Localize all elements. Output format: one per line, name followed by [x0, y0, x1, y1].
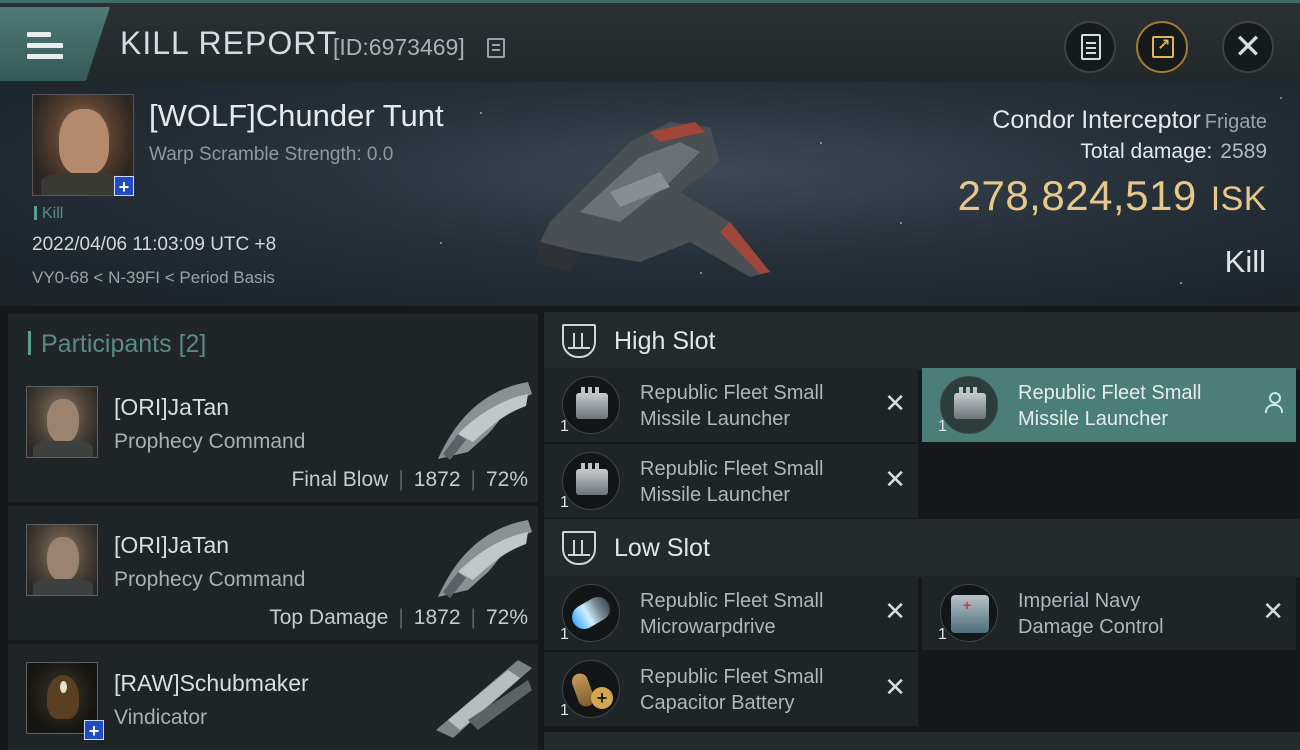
clipboard-button[interactable] — [1064, 21, 1116, 73]
kill-location[interactable]: VY0-68 < N-39FI < Period Basis — [32, 268, 275, 288]
module-item[interactable]: 1 Republic Fleet Small Microwarpdrive ✕ — [544, 576, 918, 650]
participant-damage: 1872 — [413, 606, 461, 629]
module-item[interactable]: 1 Republic Fleet Small Missile Launcher ✕ — [544, 444, 918, 518]
participant-role: Top Damage — [269, 606, 389, 629]
module-name: Republic Fleet Small Missile Launcher — [1018, 382, 1202, 430]
module-item[interactable]: 1 Imperial NavyDamage Control ✕ — [922, 576, 1296, 650]
participant-stats: Final Blow | 1872 | 72% — [291, 468, 528, 491]
copy-icon[interactable] — [487, 38, 505, 58]
participant-card[interactable]: + [RAW]Schubmaker Vindicator — [8, 644, 538, 750]
participant-name: [ORI]JaTan — [114, 532, 230, 558]
participant-damage: 1872 — [413, 468, 461, 491]
high-slot-title: High Slot — [614, 327, 716, 355]
close-icon: ✕ — [1233, 28, 1263, 66]
total-damage-value: 2589 — [1220, 140, 1267, 163]
module-item[interactable]: 1 Republic Fleet Small Missile Launcher ✕ — [544, 368, 918, 442]
total-damage: Total damage: 2589 — [1080, 140, 1267, 164]
module-name: Republic Fleet Small Missile Launcher — [640, 382, 824, 430]
participant-ship: Prophecy Command — [114, 568, 306, 591]
low-slot-header: Low Slot — [544, 519, 1300, 577]
add-contact-icon[interactable]: + — [114, 176, 134, 197]
microwarpdrive-icon — [562, 584, 620, 642]
total-damage-label: Total damage: — [1080, 140, 1213, 163]
destroyed-icon: ✕ — [884, 596, 906, 626]
participant-percent: 72% — [485, 468, 528, 491]
participants-count: [2] — [178, 330, 207, 358]
hamburger-menu-icon — [27, 32, 63, 60]
participant-name: [ORI]JaTan — [114, 394, 230, 420]
low-slot-icon — [562, 531, 596, 565]
participants-title: Participants [2] — [41, 330, 207, 358]
isk-amount: 278,824,519 — [957, 172, 1197, 219]
add-contact-icon[interactable]: + — [84, 720, 104, 741]
module-quantity: 1 — [938, 418, 947, 435]
kill-summary: + [WOLF]Chunder Tunt Warp Scramble Stren… — [0, 82, 1300, 306]
victim-ship-image — [535, 122, 770, 277]
ship-class-label: Frigate — [1204, 111, 1267, 133]
module-quantity: 1 — [560, 418, 569, 435]
destroyed-icon: ✕ — [1262, 596, 1284, 626]
module-item[interactable]: 1 Republic Fleet Small Missile Launcher — [922, 368, 1296, 442]
victim-ship-name[interactable]: Condor Interceptor Frigate — [992, 106, 1267, 135]
ship-type-label: Condor Interceptor — [992, 106, 1201, 134]
participant-role: Final Blow — [291, 468, 389, 491]
victim-name[interactable]: [WOLF]Chunder Tunt — [149, 98, 444, 134]
module-name: Imperial Navy Damage Control — [1018, 590, 1164, 638]
module-name: Republic Fleet Small Microwarpdrive — [640, 590, 824, 638]
participant-ship-image — [436, 660, 532, 738]
fitting-panel: High Slot 1 Republic Fleet Small Missile … — [542, 306, 1300, 750]
high-slot-header: High Slot — [544, 312, 1300, 370]
top-bar: KILL REPORT [ID:6973469] ✕ — [0, 0, 1300, 82]
warp-scramble-strength: Warp Scramble Strength: 0.0 — [149, 144, 394, 165]
participant-card[interactable]: [ORI]JaTan Prophecy Command Top Damage | 1… — [8, 506, 538, 640]
isk-value: 278,824,519 ISK — [958, 172, 1267, 220]
missile-launcher-icon — [562, 376, 620, 434]
dropped-icon — [1264, 392, 1283, 414]
close-button[interactable]: ✕ — [1222, 21, 1274, 73]
page-title: KILL REPORT — [120, 25, 338, 61]
participant-portrait[interactable] — [26, 524, 98, 596]
participant-ship-image — [438, 520, 532, 598]
kill-datetime: 2022/04/06 11:03:09 UTC +8 — [32, 234, 277, 255]
destroyed-icon: ✕ — [884, 388, 906, 418]
participant-ship-image — [438, 382, 532, 460]
destroyed-icon: ✕ — [884, 672, 906, 702]
participant-portrait[interactable] — [26, 386, 98, 458]
high-slot-icon — [562, 324, 596, 358]
participant-name: [RAW]Schubmaker — [114, 670, 309, 696]
report-id: [ID:6973469] — [333, 34, 465, 60]
missile-launcher-icon — [940, 376, 998, 434]
clipboard-icon — [1081, 34, 1101, 60]
capacitor-battery-icon: + — [562, 660, 620, 718]
participant-card[interactable]: [ORI]JaTan Prophecy Command Final Blow | 1… — [8, 368, 538, 502]
participant-stats: Top Damage | 1872 | 72% — [269, 606, 528, 629]
module-quantity: 1 — [560, 494, 569, 511]
module-quantity: 1 — [938, 626, 947, 643]
participant-ship: Prophecy Command — [114, 430, 306, 453]
share-button[interactable] — [1136, 21, 1188, 73]
module-name: Republic Fleet Small Capacitor Battery — [640, 666, 824, 714]
module-name: Republic Fleet Small Missile Launcher — [640, 458, 824, 506]
menu-button[interactable] — [0, 7, 110, 81]
damage-control-icon — [940, 584, 998, 642]
low-slot-title: Low Slot — [614, 534, 710, 562]
result-label: Kill — [1224, 244, 1266, 279]
participants-header: Participants [2] — [8, 314, 538, 370]
module-quantity: 1 — [560, 702, 569, 719]
share-icon — [1152, 35, 1174, 58]
missile-launcher-icon — [562, 452, 620, 510]
destroyed-icon: ✕ — [884, 464, 906, 494]
isk-unit: ISK — [1210, 180, 1267, 218]
participant-percent: 72% — [485, 606, 528, 629]
kill-tag: Kill — [34, 205, 63, 223]
module-item[interactable]: + 1 Republic Fleet Small Capacitor Batter… — [544, 652, 918, 726]
participant-ship: Vindicator — [114, 706, 208, 729]
next-slot-header — [544, 732, 1300, 750]
module-quantity: 1 — [560, 626, 569, 643]
participants-panel: Participants [2] [ORI]JaTan Prophecy Com… — [0, 306, 542, 750]
